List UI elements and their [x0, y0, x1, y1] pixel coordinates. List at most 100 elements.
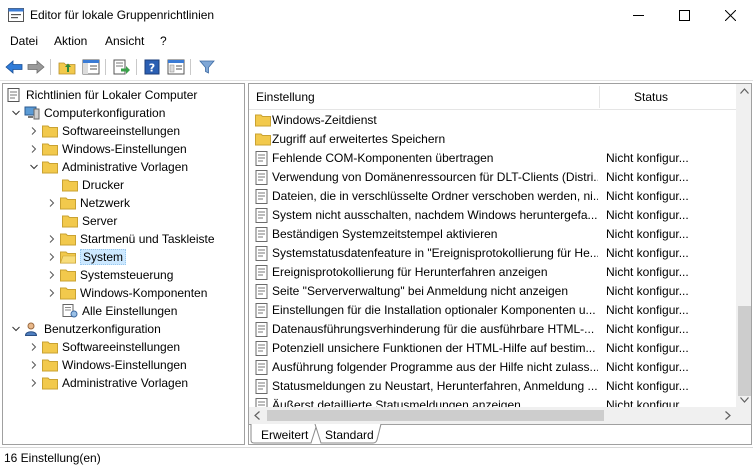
- tree-item-label: Windows-Einstellungen: [62, 142, 187, 156]
- user-icon: [24, 322, 38, 336]
- tree-item-user-softwareeinstellungen[interactable]: Softwareeinstellungen: [28, 338, 180, 356]
- list-row[interactable]: Windows-Zeitdienst: [249, 111, 736, 130]
- tab-standard[interactable]: Standard: [325, 428, 374, 442]
- show-hide-tree-button[interactable]: [81, 57, 101, 77]
- horizontal-scrollbar[interactable]: [249, 407, 736, 424]
- setting-status: Nicht konfigur...: [606, 303, 689, 317]
- tree-item-systemsteuerung[interactable]: Systemsteuerung: [46, 266, 173, 284]
- up-level-button[interactable]: [57, 57, 77, 77]
- tree-item-label: Softwareeinstellungen: [62, 124, 181, 138]
- tree-item-administrative-vorlagen[interactable]: Administrative Vorlagen: [28, 158, 188, 176]
- folder-icon: [60, 269, 76, 282]
- export-list-icon: [113, 59, 130, 75]
- chevron-right-icon[interactable]: [46, 233, 58, 245]
- setting-icon: [255, 360, 269, 375]
- tree-item-label: Administrative Vorlagen: [62, 376, 189, 390]
- chevron-right-icon[interactable]: [28, 143, 40, 155]
- minimize-icon: [632, 15, 644, 16]
- list-row[interactable]: Potenziell unsichere Funktionen der HTML…: [249, 339, 736, 358]
- tree-item-server[interactable]: Server: [62, 212, 117, 230]
- tab-erweitert[interactable]: Erweitert: [261, 428, 308, 442]
- tree-item-label: Netzwerk: [80, 196, 131, 210]
- window-title: Editor für lokale Gruppenrichtlinien: [30, 8, 215, 22]
- chevron-right-icon[interactable]: [28, 341, 40, 353]
- tree-item-benutzerkonfiguration[interactable]: Benutzerkonfiguration: [10, 320, 161, 338]
- tree-item-windows-komponenten[interactable]: Windows-Komponenten: [46, 284, 207, 302]
- list-row[interactable]: Statusmeldungen zu Neustart, Herunterfah…: [249, 377, 736, 396]
- folder-icon: [255, 132, 271, 147]
- tree-item-drucker[interactable]: Drucker: [62, 176, 124, 194]
- chevron-right-icon[interactable]: [46, 251, 58, 263]
- chevron-right-icon[interactable]: [28, 377, 40, 389]
- list-row[interactable]: System nicht ausschalten, nachdem Window…: [249, 206, 736, 225]
- chevron-down-icon[interactable]: [28, 161, 40, 173]
- scroll-down-arrow-icon[interactable]: [740, 397, 749, 403]
- menu-aktion[interactable]: Aktion: [54, 34, 87, 48]
- column-divider[interactable]: [599, 86, 600, 108]
- chevron-down-icon[interactable]: [10, 323, 22, 335]
- properties-button[interactable]: [166, 57, 186, 77]
- scrollbar-corner: [736, 407, 751, 424]
- chevron-right-icon[interactable]: [28, 125, 40, 137]
- tree-item-windows-einstellungen[interactable]: Windows-Einstellungen: [28, 140, 187, 158]
- export-list-button[interactable]: [112, 57, 132, 77]
- tree-item-label: Systemsteuerung: [80, 268, 174, 282]
- list-row[interactable]: Seite "Serververwaltung" bei Anmeldung n…: [249, 282, 736, 301]
- list-row[interactable]: Datenausführungsverhinderung für die aus…: [249, 320, 736, 339]
- list-row[interactable]: Einstellungen für die Installation optio…: [249, 301, 736, 320]
- maximize-button[interactable]: [661, 0, 707, 31]
- tree-item-user-windows-einstellungen[interactable]: Windows-Einstellungen: [28, 356, 187, 374]
- tree-item-root[interactable]: Richtlinien für Lokaler Computer: [6, 86, 197, 104]
- list-row[interactable]: Ereignisprotokollierung für Herunterfahr…: [249, 263, 736, 282]
- tree-item-user-administrative-vorlagen[interactable]: Administrative Vorlagen: [28, 374, 188, 392]
- tree-item-computerkonfiguration[interactable]: Computerkonfiguration: [10, 104, 165, 122]
- back-button[interactable]: [4, 57, 24, 77]
- list-row[interactable]: Dateien, die in verschlüsselte Ordner ve…: [249, 187, 736, 206]
- list-row[interactable]: Verwendung von Domänenressourcen für DLT…: [249, 168, 736, 187]
- horizontal-scroll-thumb[interactable]: [267, 410, 604, 421]
- setting-icon: [255, 322, 269, 337]
- chevron-down-icon[interactable]: [10, 107, 22, 119]
- vertical-scrollbar[interactable]: [736, 84, 751, 407]
- tree-item-system[interactable]: System: [46, 248, 127, 266]
- list-row[interactable]: Beständigen Systemzeitstempel aktivieren…: [249, 225, 736, 244]
- tree-item-label: Windows-Komponenten: [80, 286, 208, 300]
- help-button[interactable]: ?: [142, 57, 162, 77]
- vertical-scroll-thumb[interactable]: [738, 306, 751, 396]
- list-row[interactable]: Zugriff auf erweitertes Speichern: [249, 130, 736, 149]
- toolbar-separator: [105, 59, 106, 75]
- tree-item-label: Richtlinien für Lokaler Computer: [26, 88, 198, 102]
- close-button[interactable]: [707, 0, 753, 31]
- back-arrow-icon: [5, 60, 23, 74]
- toolbar-separator: [136, 59, 137, 75]
- column-header-setting[interactable]: Einstellung: [256, 90, 315, 104]
- chevron-right-icon[interactable]: [28, 359, 40, 371]
- menu-help[interactable]: ?: [160, 34, 167, 48]
- chevron-right-icon[interactable]: [46, 197, 58, 209]
- tree-item-softwareeinstellungen[interactable]: Softwareeinstellungen: [28, 122, 180, 140]
- scroll-left-arrow-icon[interactable]: [254, 411, 260, 420]
- scroll-up-arrow-icon[interactable]: [740, 88, 749, 94]
- list-row[interactable]: Fehlende COM-Komponenten übertragen Nicht…: [249, 149, 736, 168]
- forward-arrow-icon: [27, 60, 45, 74]
- list-row[interactable]: Ausführung folgender Programme aus der H…: [249, 358, 736, 377]
- menu-datei[interactable]: Datei: [10, 34, 38, 48]
- view-tabs: Erweitert Standard: [249, 424, 751, 444]
- list-row[interactable]: Systemstatusdatenfeature in "Ereignispro…: [249, 244, 736, 263]
- setting-name: Ausführung folgender Programme aus der H…: [272, 360, 598, 374]
- folder-icon: [42, 359, 58, 372]
- status-text: 16 Einstellung(en): [4, 451, 101, 465]
- scroll-right-arrow-icon[interactable]: [725, 411, 731, 420]
- tree-item-netzwerk[interactable]: Netzwerk: [46, 194, 130, 212]
- menu-ansicht[interactable]: Ansicht: [105, 34, 144, 48]
- tree-item-alle-einstellungen[interactable]: Alle Einstellungen: [62, 302, 177, 320]
- forward-button[interactable]: [26, 57, 46, 77]
- minimize-button[interactable]: [615, 0, 661, 31]
- chevron-right-icon[interactable]: [46, 269, 58, 281]
- up-folder-icon: [58, 62, 76, 75]
- setting-name: Fehlende COM-Komponenten übertragen: [272, 151, 494, 165]
- chevron-right-icon[interactable]: [46, 287, 58, 299]
- tree-item-startmenue[interactable]: Startmenü und Taskleiste: [46, 230, 215, 248]
- column-header-status[interactable]: Status: [634, 90, 668, 104]
- filter-button[interactable]: [197, 57, 217, 77]
